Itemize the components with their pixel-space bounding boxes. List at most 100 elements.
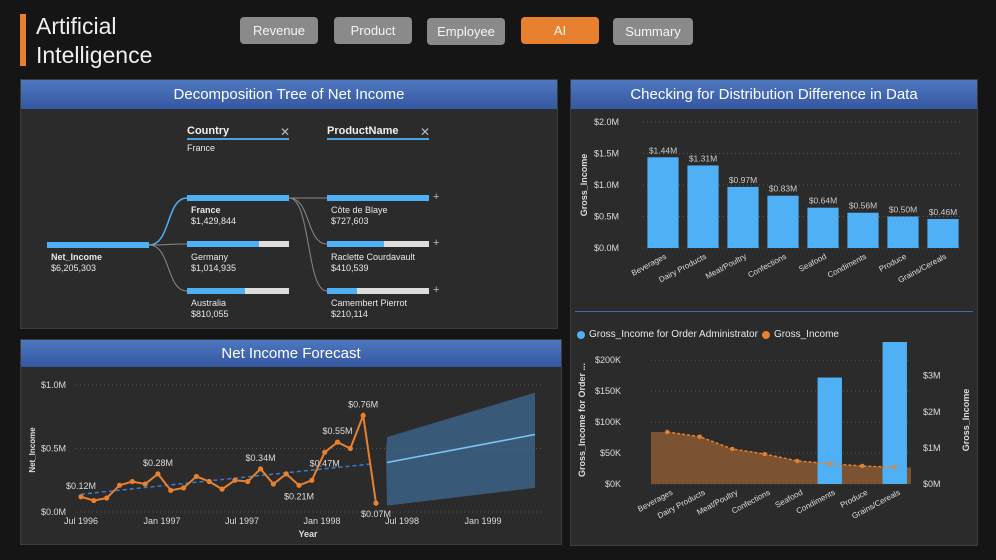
line-point (91, 497, 97, 504)
nav-revenue-button[interactable]: Revenue (240, 17, 318, 44)
data-label: $0.76M (348, 399, 378, 409)
line-point (193, 473, 200, 480)
bar (927, 219, 959, 248)
data-label: $0.97M (729, 175, 757, 185)
line-point (730, 446, 735, 452)
y-right-tick-label: $0M (923, 479, 941, 489)
y-axis-label: Net_Income (28, 427, 37, 473)
line-point (257, 466, 264, 472)
line-point (665, 429, 670, 435)
country-node-bar[interactable] (187, 195, 289, 201)
bar (847, 212, 879, 248)
y-axis-label: Gross_Income (579, 154, 589, 217)
y-tick-label: $1.5M (594, 149, 619, 159)
line-point (296, 482, 302, 488)
distribution-title: Checking for Distribution Difference in … (571, 80, 977, 109)
x-axis-label: Year (298, 529, 318, 539)
y-tick-label: $0.5M (41, 444, 66, 454)
line-point (129, 478, 135, 485)
line-point (270, 481, 276, 487)
page-title-line2: Intelligence (36, 42, 153, 68)
line-point (283, 471, 289, 477)
legend-dot-blue (577, 330, 585, 339)
x-tick-label: Produce (877, 252, 908, 274)
combo-chart[interactable]: $0K $50K $100K $150K $200K $0M $1M $2M $3M Gross_… (571, 342, 977, 542)
x-tick-label: Jul 1997 (225, 516, 259, 526)
line-point (334, 439, 341, 445)
product-node-value: $410,539 (331, 263, 369, 273)
line-point (206, 478, 212, 485)
data-label: $0.50M (889, 205, 917, 215)
root-node-label: Net_Income (51, 252, 103, 262)
page-title: Artificial Intelligence (36, 12, 152, 70)
expand-plus-icon[interactable]: + (433, 284, 439, 296)
data-label: $0.21M (284, 491, 314, 501)
y-tick-label: $0.0M (594, 243, 619, 253)
forecast-chart[interactable]: $0.0M $0.5M $1.0M Net_Income Year Jul 1996 Jan… (21, 340, 561, 544)
line-point (697, 434, 702, 439)
line-point (104, 495, 110, 501)
line-point (181, 485, 187, 491)
line-point (155, 471, 161, 477)
data-label: $1.31M (689, 153, 717, 163)
bar (887, 216, 919, 248)
data-label: $0.46M (929, 207, 957, 217)
line-point (892, 465, 897, 470)
bar (647, 157, 679, 248)
country-node-value: $810,055 (191, 309, 229, 319)
data-label: $0.28M (143, 458, 173, 468)
y-tick-label: $1.0M (594, 180, 619, 190)
y-right-axis-label: Gross_Income (961, 389, 971, 452)
page-title-line1: Artificial (36, 13, 117, 39)
product-node-value: $210,114 (331, 309, 368, 319)
x-tick-label: Confections (746, 252, 788, 280)
y-right-tick-label: $3M (923, 371, 941, 381)
y-left-tick-label: $50K (600, 448, 621, 458)
product-node-bar[interactable] (327, 195, 429, 201)
y-left-tick-label: $200K (595, 355, 621, 365)
legend-dot-orange (761, 330, 770, 339)
country-node-label: Germany (191, 252, 229, 262)
combo-legend: Gross_Income for Order Administrator Gro… (577, 329, 839, 340)
expand-plus-icon[interactable]: + (433, 191, 439, 203)
root-node-value: $6,205,303 (51, 263, 97, 273)
product-node-label: Camembert Pierrot (331, 298, 408, 308)
data-label: $0.55M (323, 426, 353, 436)
x-tick-label: Seafood (797, 252, 828, 274)
line-point (373, 500, 379, 506)
data-label: $0.34M (246, 453, 276, 463)
product-node-bar[interactable] (327, 288, 429, 294)
data-label: $0.47M (310, 458, 340, 468)
nav-employee-button[interactable]: Employee (427, 18, 505, 45)
data-label: $0.64M (809, 196, 837, 206)
root-node-bar[interactable] (47, 242, 149, 248)
product-node-bar[interactable] (327, 241, 429, 247)
line-point (168, 487, 174, 494)
distribution-chart[interactable]: $0.0M $0.5M $1.0M $1.5M $2.0M Gross_Income $1.… (571, 110, 977, 310)
expand-plus-icon[interactable]: + (433, 237, 439, 249)
line-point (827, 461, 832, 466)
country-node-value: $1,429,844 (191, 216, 237, 226)
y-tick-label: $1.0M (41, 380, 66, 390)
nav-product-button[interactable]: Product (334, 17, 412, 44)
bar (727, 186, 759, 248)
product-node-label: Côte de Blaye (331, 205, 388, 215)
country-node-bar[interactable] (187, 288, 289, 294)
country-node-value: $1,014,935 (191, 263, 237, 273)
country-node-label: Australia (191, 298, 227, 308)
product-node-label: Raclette Courdavault (331, 252, 416, 262)
y-right-tick-label: $1M (923, 443, 941, 453)
nav-summary-button[interactable]: Summary (613, 18, 693, 45)
line-point (347, 445, 353, 452)
nav-ai-button[interactable]: AI (521, 17, 599, 44)
country-node-bar[interactable] (187, 241, 289, 247)
data-label: $1.44M (649, 145, 677, 155)
distribution-panel: Checking for Distribution Difference in … (570, 79, 978, 546)
decomposition-tree-panel: Decomposition Tree of Net Income Country… (20, 79, 558, 329)
data-label: $0.56M (849, 201, 877, 211)
y-left-axis-label: Gross_Income for Order ... (577, 363, 587, 477)
line-point (309, 477, 315, 483)
bar (807, 207, 839, 248)
y-tick-label: $2.0M (594, 117, 619, 127)
line-point (860, 463, 865, 469)
